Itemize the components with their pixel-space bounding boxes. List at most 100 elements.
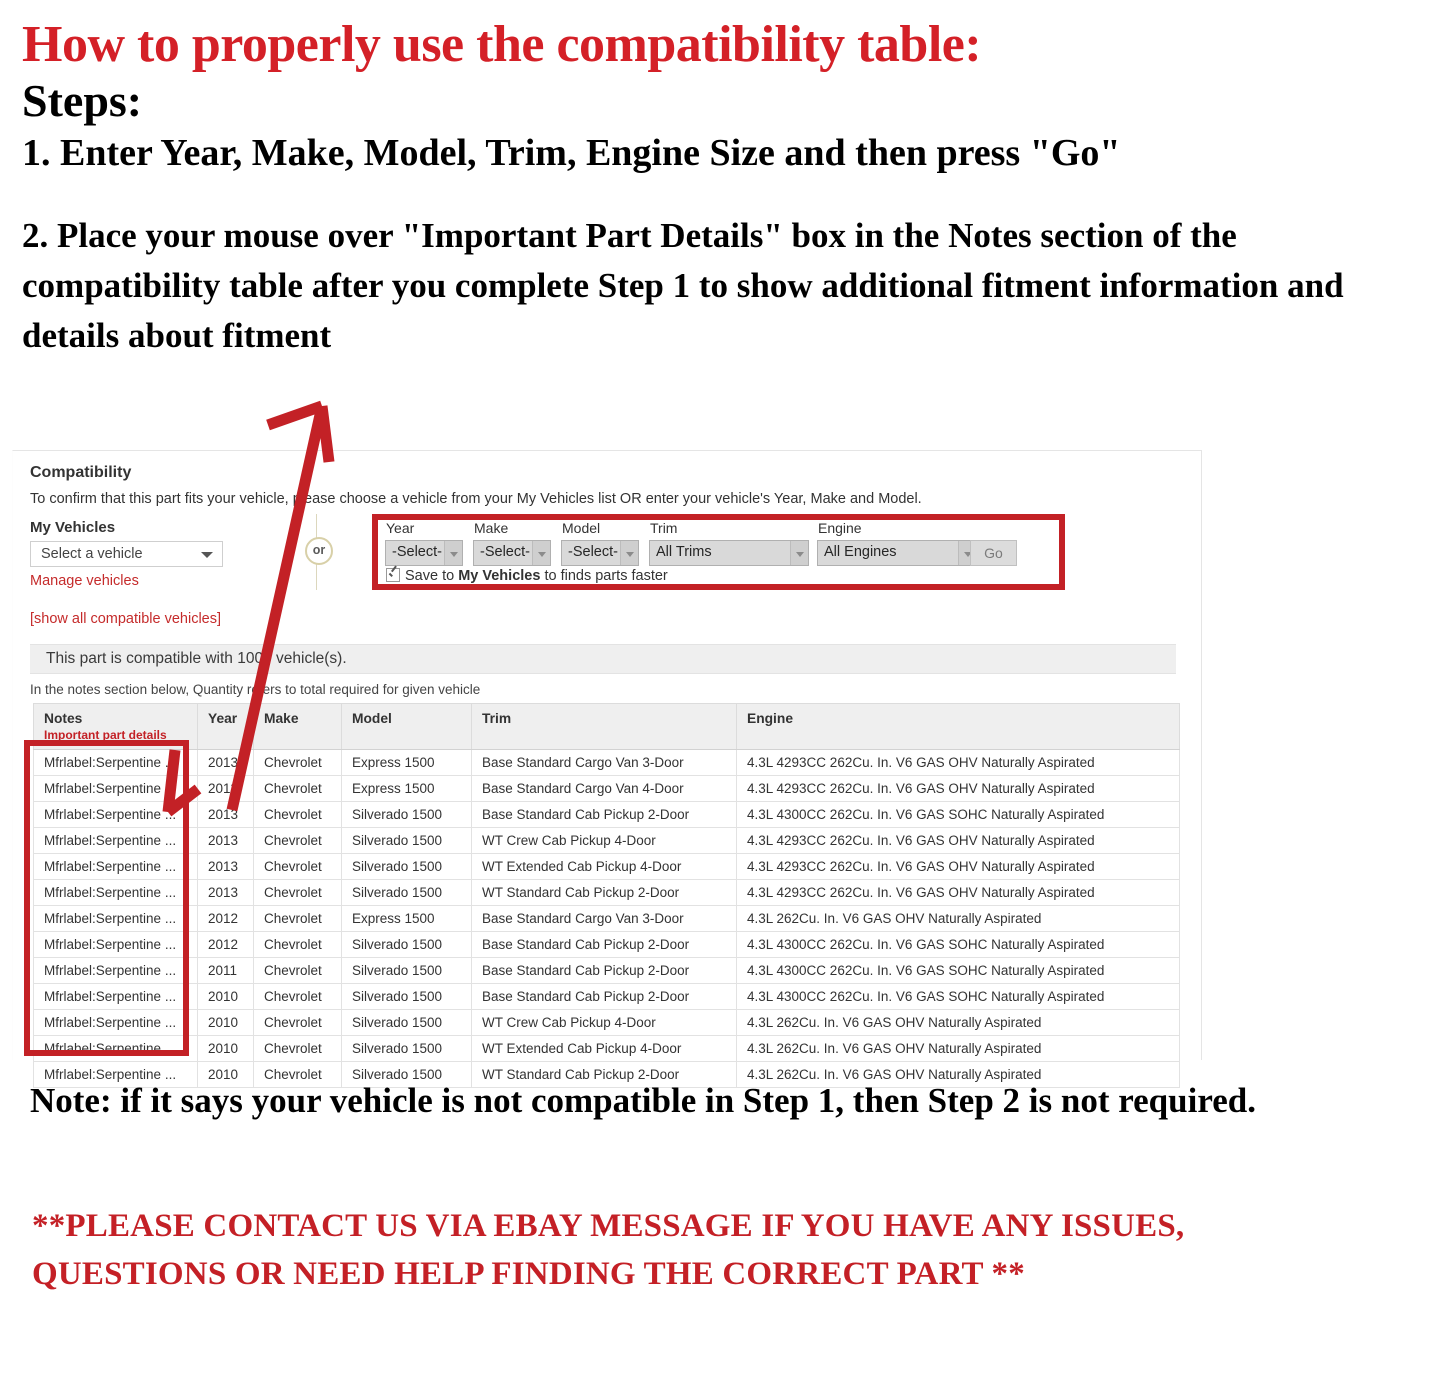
cell-engine: 4.3L 4300CC 262Cu. In. V6 GAS SOHC Natur… <box>736 983 1180 1010</box>
table-row: Mfrlabel:Serpentine ... 2013 Chevrolet Silv… <box>33 853 1180 880</box>
table-row: Mfrlabel:Serpentine ... 2013 Chevrolet Silv… <box>33 879 1180 906</box>
cell-make: Chevrolet <box>253 827 342 854</box>
table-row: Mfrlabel:Serpentine ... 2013 Chevrolet Expr… <box>33 749 1180 776</box>
cell-trim: Base Standard Cab Pickup 2-Door <box>471 931 737 958</box>
cell-year: 2012 <box>197 905 254 932</box>
cell-trim: WT Crew Cab Pickup 4-Door <box>471 1009 737 1036</box>
cell-year: 2013 <box>197 749 254 776</box>
cell-trim: Base Standard Cab Pickup 2-Door <box>471 983 737 1010</box>
red-highlight-box-search-form <box>372 514 1065 590</box>
cell-make: Chevrolet <box>253 853 342 880</box>
cell-model: Silverado 1500 <box>341 879 472 906</box>
cell-make: Chevrolet <box>253 801 342 828</box>
steps-label: Steps: <box>22 75 143 127</box>
red-highlight-box-notes-column <box>24 740 189 1056</box>
or-badge-label: or <box>305 537 333 565</box>
cell-model: Silverado 1500 <box>341 827 472 854</box>
column-header-make: Make <box>253 703 342 750</box>
vehicle-select-value: Select a vehicle <box>41 546 143 562</box>
cell-make: Chevrolet <box>253 931 342 958</box>
cell-model: Silverado 1500 <box>341 931 472 958</box>
cell-engine: 4.3L 4300CC 262Cu. In. V6 GAS SOHC Natur… <box>736 801 1180 828</box>
cell-engine: 4.3L 4300CC 262Cu. In. V6 GAS SOHC Natur… <box>736 931 1180 958</box>
cell-engine: 4.3L 262Cu. In. V6 GAS OHV Naturally Asp… <box>736 905 1180 932</box>
table-header-row: Notes Important part details Year Make M… <box>33 703 1180 750</box>
column-header-model: Model <box>341 703 472 750</box>
cell-engine: 4.3L 4293CC 262Cu. In. V6 GAS OHV Natura… <box>736 827 1180 854</box>
cell-year: 2013 <box>197 827 254 854</box>
column-header-trim: Trim <box>471 703 737 750</box>
cell-trim: Base Standard Cab Pickup 2-Door <box>471 957 737 984</box>
table-row: Mfrlabel:Serpentine ... 2010 Chevrolet Silv… <box>33 983 1180 1010</box>
cell-make: Chevrolet <box>253 1009 342 1036</box>
vehicle-select-dropdown[interactable]: Select a vehicle <box>30 541 223 567</box>
cell-make: Chevrolet <box>253 1035 342 1062</box>
table-row: Mfrlabel:Serpentine ... 2013 Chevrolet Expr… <box>33 775 1180 802</box>
cell-trim: WT Extended Cab Pickup 4-Door <box>471 1035 737 1062</box>
instructions-block: How to properly use the compatibility ta… <box>0 0 1445 360</box>
cell-make: Chevrolet <box>253 749 342 776</box>
cell-trim: Base Standard Cargo Van 4-Door <box>471 775 737 802</box>
cell-engine: 4.3L 262Cu. In. V6 GAS OHV Naturally Asp… <box>736 1035 1180 1062</box>
table-row: Mfrlabel:Serpentine ... 2013 Chevrolet Silv… <box>33 801 1180 828</box>
compatible-count-banner: This part is compatible with 1000 vehicl… <box>30 644 1176 674</box>
cell-trim: WT Extended Cab Pickup 4-Door <box>471 853 737 880</box>
table-row: Mfrlabel:Serpentine ... 2010 Chevrolet Silv… <box>33 1009 1180 1036</box>
column-header-year: Year <box>197 703 254 750</box>
table-body: Mfrlabel:Serpentine ... 2013 Chevrolet Expr… <box>33 749 1180 1088</box>
cell-year: 2010 <box>197 983 254 1010</box>
cell-trim: Base Standard Cab Pickup 2-Door <box>471 801 737 828</box>
or-separator: or <box>298 514 336 590</box>
column-header-engine: Engine <box>736 703 1180 750</box>
cell-model: Silverado 1500 <box>341 957 472 984</box>
compatibility-subtext: To confirm that this part fits your vehi… <box>30 491 922 507</box>
chevron-down-icon <box>201 552 213 558</box>
cell-year: 2013 <box>197 775 254 802</box>
cell-engine: 4.3L 262Cu. In. V6 GAS OHV Naturally Asp… <box>736 1009 1180 1036</box>
cell-make: Chevrolet <box>253 957 342 984</box>
cell-model: Silverado 1500 <box>341 1035 472 1062</box>
cell-year: 2013 <box>197 853 254 880</box>
cell-make: Chevrolet <box>253 905 342 932</box>
table-row: Mfrlabel:Serpentine ... 2012 Chevrolet Silv… <box>33 931 1180 958</box>
show-all-compatible-vehicles-link[interactable]: [show all compatible vehicles] <box>30 611 221 627</box>
quantity-note: In the notes section below, Quantity ref… <box>30 682 481 697</box>
cell-year: 2010 <box>197 1035 254 1062</box>
cell-year: 2013 <box>197 879 254 906</box>
cell-trim: Base Standard Cargo Van 3-Door <box>471 749 737 776</box>
cell-year: 2012 <box>197 931 254 958</box>
cell-year: 2013 <box>197 801 254 828</box>
cell-model: Express 1500 <box>341 775 472 802</box>
cell-model: Silverado 1500 <box>341 1009 472 1036</box>
compatible-count-text: This part is compatible with 1000 vehicl… <box>46 650 347 667</box>
step-2-text: 2. Place your mouse over "Important Part… <box>22 216 1344 355</box>
cell-trim: Base Standard Cargo Van 3-Door <box>471 905 737 932</box>
compatibility-heading: Compatibility <box>30 464 132 481</box>
cell-model: Express 1500 <box>341 905 472 932</box>
compatibility-table: Notes Important part details Year Make M… <box>33 703 1180 1088</box>
cell-year: 2011 <box>197 957 254 984</box>
cell-trim: WT Standard Cab Pickup 2-Door <box>471 879 737 906</box>
table-row: Mfrlabel:Serpentine ... 2010 Chevrolet Silv… <box>33 1035 1180 1062</box>
table-row: Mfrlabel:Serpentine ... 2011 Chevrolet Silv… <box>33 957 1180 984</box>
step-1-text: 1. Enter Year, Make, Model, Trim, Engine… <box>22 132 1121 175</box>
cell-make: Chevrolet <box>253 879 342 906</box>
cell-model: Silverado 1500 <box>341 853 472 880</box>
cell-engine: 4.3L 4293CC 262Cu. In. V6 GAS OHV Natura… <box>736 853 1180 880</box>
cell-model: Silverado 1500 <box>341 983 472 1010</box>
cell-engine: 4.3L 4293CC 262Cu. In. V6 GAS OHV Natura… <box>736 749 1180 776</box>
manage-vehicles-link[interactable]: Manage vehicles <box>30 573 139 589</box>
bottom-note-text: Note: if it says your vehicle is not com… <box>30 1081 1256 1120</box>
column-header-notes-label: Notes <box>44 711 83 726</box>
my-vehicles-label: My Vehicles <box>30 519 116 536</box>
cell-model: Express 1500 <box>341 749 472 776</box>
cell-make: Chevrolet <box>253 983 342 1010</box>
contact-us-text: **PLEASE CONTACT US VIA EBAY MESSAGE IF … <box>32 1208 1185 1292</box>
cell-engine: 4.3L 4293CC 262Cu. In. V6 GAS OHV Natura… <box>736 879 1180 906</box>
cell-engine: 4.3L 4300CC 262Cu. In. V6 GAS SOHC Natur… <box>736 957 1180 984</box>
cell-trim: WT Crew Cab Pickup 4-Door <box>471 827 737 854</box>
page-title: How to properly use the compatibility ta… <box>22 16 982 73</box>
cell-model: Silverado 1500 <box>341 801 472 828</box>
cell-engine: 4.3L 4293CC 262Cu. In. V6 GAS OHV Natura… <box>736 775 1180 802</box>
table-row: Mfrlabel:Serpentine ... 2012 Chevrolet Expr… <box>33 905 1180 932</box>
